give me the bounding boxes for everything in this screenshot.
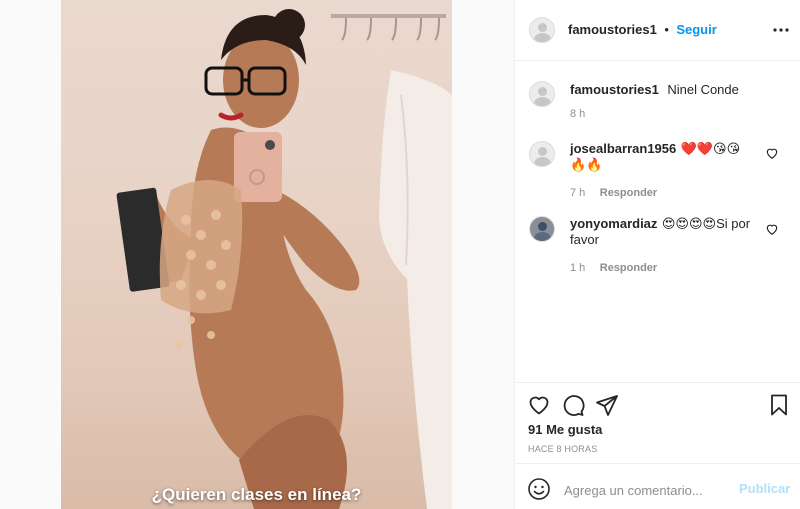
author-avatar[interactable] xyxy=(529,17,555,43)
like-heart-icon[interactable] xyxy=(527,393,551,417)
likes-count[interactable]: 91 Me gusta xyxy=(528,422,602,437)
emoji-icon[interactable] xyxy=(527,477,551,501)
follow-button[interactable]: Seguir xyxy=(676,22,716,37)
reply-button[interactable]: Responder xyxy=(600,262,657,274)
caption-row: famoustories1 Ninel Conde xyxy=(570,81,739,99)
comment-username[interactable]: yonyomardiaz xyxy=(570,216,657,231)
comment-time[interactable]: 7 h xyxy=(570,187,585,199)
comment-text-continued: 🔥🔥 xyxy=(570,157,603,172)
comment-avatar[interactable] xyxy=(529,141,555,167)
comment-like-heart-icon[interactable] xyxy=(765,222,779,236)
caption-avatar[interactable] xyxy=(529,81,555,107)
header-separator: • xyxy=(664,22,669,37)
more-horizontal-icon[interactable] xyxy=(771,18,791,38)
comment-meta: 7 h Responder xyxy=(570,183,657,201)
post-header: famoustories1 • Seguir xyxy=(568,21,717,39)
caption-text: Ninel Conde xyxy=(667,82,739,97)
post-photo-illustration xyxy=(116,9,452,509)
comment-meta: 1 h Responder xyxy=(570,258,657,276)
post-time-ago[interactable]: HACE 8 HORAS xyxy=(528,444,597,454)
save-bookmark-icon[interactable] xyxy=(767,393,791,417)
comment-text: ❤️❤️😘😘 xyxy=(680,141,741,156)
header-divider xyxy=(515,60,800,61)
comment-username[interactable]: josealbarran1956 xyxy=(570,141,676,156)
publish-button[interactable]: Publicar xyxy=(739,481,790,496)
comment-item: josealbarran1956 ❤️❤️😘😘 🔥🔥 xyxy=(570,141,760,173)
comment-text: 😍😍😍😍Si por xyxy=(661,216,751,231)
comment-bubble-icon[interactable] xyxy=(561,393,585,417)
comment-text-continued: favor xyxy=(570,232,599,247)
post-side-panel: famoustories1 • Seguir famoustories1 Nin… xyxy=(514,0,800,509)
comment-like-heart-icon[interactable] xyxy=(765,146,779,160)
comment-item: yonyomardiaz 😍😍😍😍Si por favor xyxy=(570,216,760,248)
caption-time[interactable]: 8 h xyxy=(570,108,585,120)
actions-divider xyxy=(515,382,800,383)
comment-avatar[interactable] xyxy=(529,216,555,242)
comment-box-divider xyxy=(515,463,800,464)
share-paper-plane-icon[interactable] xyxy=(595,393,619,417)
comment-input[interactable] xyxy=(562,480,736,500)
reply-button[interactable]: Responder xyxy=(600,187,657,199)
post-photo[interactable]: ¿Quieren clases en línea? xyxy=(61,0,452,509)
caption-username[interactable]: famoustories1 xyxy=(570,82,659,97)
comment-time[interactable]: 1 h xyxy=(570,262,585,274)
author-username[interactable]: famoustories1 xyxy=(568,22,657,37)
image-overlay-text: ¿Quieren clases en línea? xyxy=(151,485,362,504)
